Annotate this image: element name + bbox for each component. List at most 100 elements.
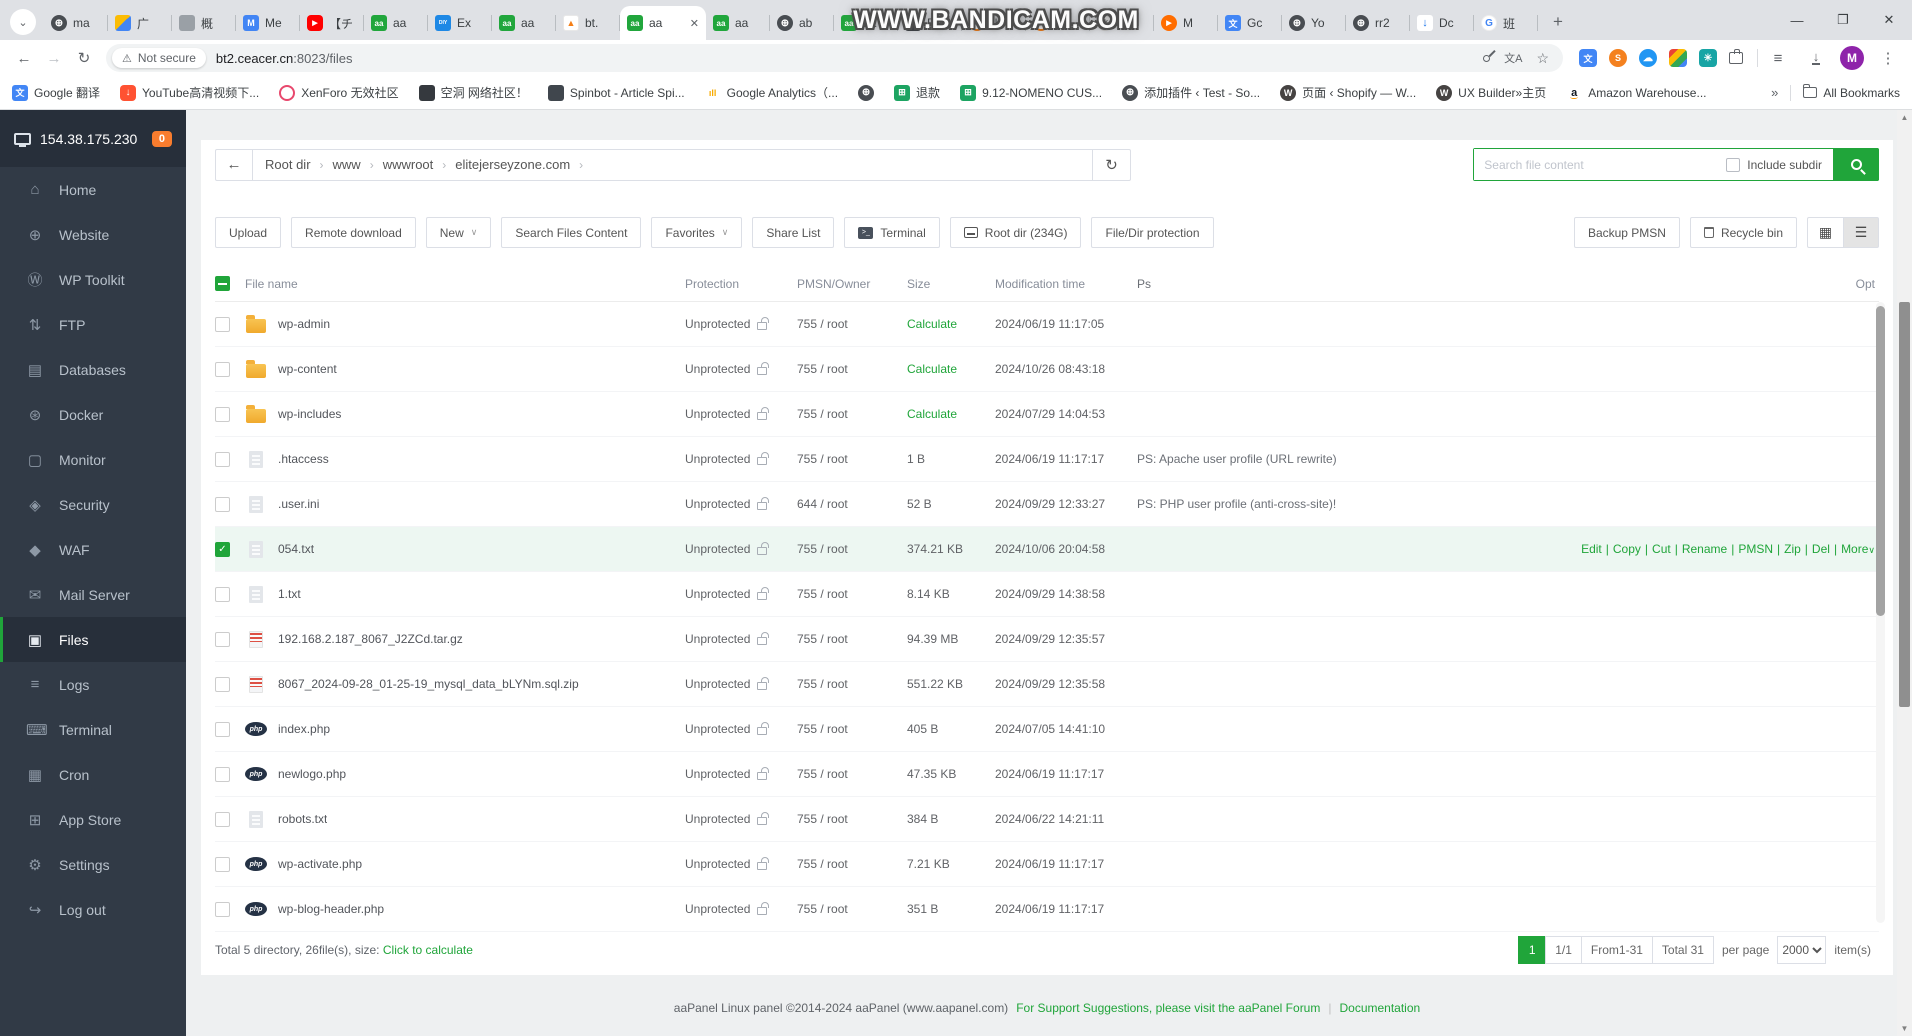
row-checkbox[interactable]	[215, 496, 230, 512]
search-files-content-button[interactable]: Search Files Content	[501, 217, 642, 248]
browser-tab[interactable]: ⊕ rr2	[1346, 6, 1410, 40]
unlock-icon[interactable]	[757, 541, 770, 555]
unlock-icon[interactable]	[757, 721, 770, 735]
refresh-icon[interactable]: ↻	[70, 44, 98, 72]
table-scrollbar-thumb[interactable]	[1876, 306, 1885, 616]
tab-search-button[interactable]: ⌄	[10, 9, 36, 35]
browser-tab[interactable]: aa aa	[834, 6, 898, 40]
not-secure-chip[interactable]: ⚠ Not secure	[112, 48, 206, 68]
bookmark-item[interactable]: XenForo 无效社区	[279, 84, 399, 101]
column-modification-time[interactable]: Modification time	[995, 277, 1137, 291]
bookmark-item[interactable]: ıll Google Analytics（...	[704, 84, 838, 101]
maximize-button[interactable]: ❐	[1820, 0, 1866, 40]
bookmark-item[interactable]: 文 Google 翻译	[12, 84, 100, 101]
root-dir-234g--button[interactable]: Root dir (234G)	[949, 217, 1082, 248]
more-action-link[interactable]: More	[1841, 542, 1868, 556]
calculate-link[interactable]: Calculate	[907, 407, 957, 421]
browser-tab[interactable]: ▶ M	[1154, 6, 1218, 40]
copy-action-link[interactable]: Copy	[1613, 542, 1641, 556]
calculate-link[interactable]: Calculate	[907, 362, 957, 376]
row-checkbox[interactable]	[215, 361, 230, 377]
cloud-extension-icon[interactable]: ☁	[1639, 49, 1657, 67]
table-row[interactable]: 1.txt Unprotected 755 / root 8.14 KB 2024/09…	[215, 572, 1879, 617]
pmsn-action-link[interactable]: PMSN	[1738, 542, 1773, 556]
table-row[interactable]: 192.168.2.187_8067_J2ZCd.tar.gz Unprotect…	[215, 617, 1879, 662]
recycle-bin-button[interactable]: Recycle bin	[1689, 217, 1797, 248]
row-checkbox[interactable]	[215, 676, 230, 692]
table-row[interactable]: php wp-blog-header.php Unprotected 755 / ro…	[215, 887, 1879, 932]
teal-extension-icon[interactable]: ✳	[1699, 49, 1717, 67]
bookmark-item[interactable]: Spinbot - Article Spi...	[547, 84, 685, 101]
table-row[interactable]: ✓ 054.txt Unprotected 755 / root 374.21 KB 20…	[215, 527, 1879, 572]
sidebar-item-docker[interactable]: ⊛ Docker	[0, 392, 186, 437]
browser-tab[interactable]: 广	[108, 6, 172, 40]
minimize-button[interactable]: —	[1774, 0, 1820, 40]
zip-action-link[interactable]: Zip	[1784, 542, 1801, 556]
sidebar-item-security[interactable]: ◈ Security	[0, 482, 186, 527]
file-name[interactable]: wp-admin	[278, 317, 330, 331]
bookmark-item[interactable]: 空洞 网络社区！	[418, 84, 528, 101]
sidebar-item-waf[interactable]: ◆ WAF	[0, 527, 186, 572]
breadcrumb-item[interactable]: www	[333, 157, 361, 172]
sidebar-item-databases[interactable]: ▤ Databases	[0, 347, 186, 392]
remote-download-button[interactable]: Remote download	[291, 217, 416, 248]
search-button[interactable]	[1833, 148, 1879, 181]
table-row[interactable]: .user.ini Unprotected 644 / root 52 B 2024/0…	[215, 482, 1879, 527]
bookmark-item[interactable]: ↓ YouTube高清视频下...	[120, 84, 259, 101]
column-file-name[interactable]: File name	[245, 277, 685, 291]
favorites-button[interactable]: Favorites ∨	[651, 217, 743, 248]
browser-tab[interactable]: DIY Ex	[428, 6, 492, 40]
row-checkbox[interactable]: ✓	[215, 541, 230, 557]
translate-page-icon[interactable]: 文A	[1504, 50, 1522, 66]
file-name[interactable]: .htaccess	[278, 452, 329, 466]
page-number-current[interactable]: 1	[1518, 936, 1547, 964]
downloads-icon[interactable]: ↓	[1802, 44, 1830, 72]
bookmark-item[interactable]: W 页面 ‹ Shopify — W...	[1280, 84, 1416, 101]
file-name[interactable]: wp-activate.php	[278, 857, 362, 871]
row-checkbox[interactable]	[215, 316, 230, 332]
calculate-size-link[interactable]: Click to calculate	[383, 943, 473, 957]
share-list-button[interactable]: Share List	[752, 217, 835, 248]
tab-close-icon[interactable]: ✕	[690, 17, 699, 30]
row-checkbox[interactable]	[215, 811, 230, 827]
unlock-icon[interactable]	[757, 406, 770, 420]
breadcrumb-item[interactable]: Root dir	[265, 157, 311, 172]
table-row[interactable]: 8067_2024-09-28_01-25-19_mysql_data_bLYN…	[215, 662, 1879, 707]
unlock-icon[interactable]	[757, 451, 770, 465]
profile-avatar[interactable]: M	[1840, 46, 1864, 70]
sidebar-item-home[interactable]: ⌂ Home	[0, 167, 186, 212]
browser-tab[interactable]: aa aa ✕	[620, 6, 706, 40]
browser-tab[interactable]: ⊕ ma	[44, 6, 108, 40]
breadcrumb-item[interactable]: elitejerseyzone.com	[455, 157, 570, 172]
file-name[interactable]: wp-includes	[278, 407, 341, 421]
browser-tab[interactable]: ▶ 【チ	[300, 6, 364, 40]
bookmark-star-icon[interactable]: ☆	[1536, 50, 1549, 67]
unlock-icon[interactable]	[757, 676, 770, 690]
row-checkbox[interactable]	[215, 856, 230, 872]
browser-tab[interactable]: ⊕ ab	[770, 6, 834, 40]
address-bar[interactable]: ⚠ Not secure bt2.ceacer.cn:8023/files 文A…	[106, 44, 1563, 72]
sidebar-item-terminal[interactable]: ⌨ Terminal	[0, 707, 186, 752]
translate-extension-icon[interactable]: 文	[1579, 49, 1597, 67]
new-tab-button[interactable]: +	[1544, 8, 1572, 36]
sidebar-item-app-store[interactable]: ⊞ App Store	[0, 797, 186, 842]
table-scrollbar-track[interactable]	[1876, 302, 1885, 923]
file-name[interactable]: index.php	[278, 722, 330, 736]
browser-tab[interactable]: aa aa	[492, 6, 556, 40]
server-header[interactable]: 154.38.175.230 0	[0, 110, 186, 167]
sidebar-item-settings[interactable]: ⚙ Settings	[0, 842, 186, 887]
browser-tab[interactable]: ⊕ Yo	[1282, 6, 1346, 40]
file-dir-protection-button[interactable]: File/Dir protection	[1091, 217, 1214, 248]
unlock-icon[interactable]	[757, 631, 770, 645]
rename-action-link[interactable]: Rename	[1682, 542, 1727, 556]
sidebar-item-log-out[interactable]: ↪ Log out	[0, 887, 186, 932]
table-row[interactable]: wp-includes Unprotected 755 / root Calculat…	[215, 392, 1879, 437]
sidebar-item-monitor[interactable]: ▢ Monitor	[0, 437, 186, 482]
close-button[interactable]: ✕	[1866, 0, 1912, 40]
row-checkbox[interactable]	[215, 406, 230, 422]
table-row[interactable]: php newlogo.php Unprotected 755 / root 47.35…	[215, 752, 1879, 797]
select-all-checkbox[interactable]	[215, 276, 230, 291]
sidebar-item-cron[interactable]: ▦ Cron	[0, 752, 186, 797]
file-name[interactable]: wp-blog-header.php	[278, 902, 384, 916]
browser-tab[interactable]: M Me	[236, 6, 300, 40]
